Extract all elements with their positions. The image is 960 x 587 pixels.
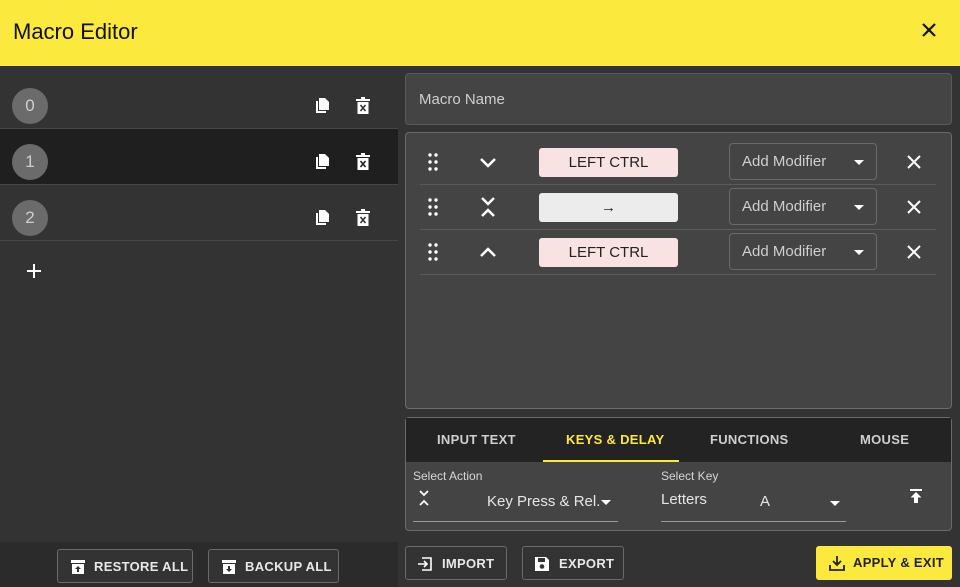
macro-number-badge: 0 xyxy=(12,88,48,124)
add-modifier-select[interactable]: Add Modifier xyxy=(729,233,877,270)
key-press-release-icon[interactable] xyxy=(478,195,498,219)
delete-icon[interactable] xyxy=(355,97,371,115)
macro-list-item[interactable]: 0 xyxy=(0,73,398,129)
key-press-release-icon xyxy=(419,490,429,506)
tab-input-text[interactable]: INPUT TEXT xyxy=(437,432,516,447)
apply-exit-button[interactable]: APPLY & EXIT xyxy=(816,546,952,580)
remove-step-icon[interactable] xyxy=(906,154,922,170)
remove-step-icon[interactable] xyxy=(906,244,922,260)
key-chip[interactable]: LEFT CTRL xyxy=(539,238,678,267)
archive-restore-icon xyxy=(71,560,85,574)
restore-all-button[interactable]: RESTORE ALL xyxy=(57,549,193,583)
key-up-icon[interactable] xyxy=(478,240,498,264)
tab-keys-delay[interactable]: KEYS & DELAY xyxy=(566,432,664,447)
macro-list-item[interactable]: 2 xyxy=(0,185,398,241)
export-button[interactable]: EXPORT xyxy=(522,546,624,580)
drag-handle-icon[interactable] xyxy=(428,153,438,171)
dropdown-arrow-icon xyxy=(854,250,864,255)
tab-mouse[interactable]: MOUSE xyxy=(860,432,909,447)
select-action-value: Key Press & Rel. xyxy=(487,493,601,510)
import-icon xyxy=(418,557,432,571)
key-down-icon[interactable] xyxy=(478,150,498,174)
copy-icon[interactable] xyxy=(313,209,331,227)
delete-icon[interactable] xyxy=(355,209,371,227)
select-action-underline xyxy=(413,521,618,522)
backup-all-label: BACKUP ALL xyxy=(245,559,332,574)
macro-step-row[interactable]: LEFT CTRL Add Modifier xyxy=(420,230,936,275)
key-chip[interactable]: LEFT CTRL xyxy=(539,148,678,177)
add-modifier-label: Add Modifier xyxy=(742,153,827,170)
active-tab-indicator xyxy=(543,460,679,462)
tab-functions[interactable]: FUNCTIONS xyxy=(710,432,789,447)
macro-name-input[interactable]: Macro Name xyxy=(405,73,952,125)
action-tabs: INPUT TEXT KEYS & DELAY FUNCTIONS MOUSE xyxy=(406,418,951,462)
add-to-top-icon[interactable] xyxy=(908,488,924,504)
key-chip[interactable]: → xyxy=(539,193,678,222)
archive-backup-icon xyxy=(222,560,236,574)
macro-number-badge: 2 xyxy=(12,200,48,236)
add-modifier-label: Add Modifier xyxy=(742,243,827,260)
dropdown-arrow-icon xyxy=(854,205,864,210)
dialog-header: Macro Editor xyxy=(0,0,960,66)
select-key-category: Letters xyxy=(661,491,707,508)
drag-handle-icon[interactable] xyxy=(428,243,438,261)
import-label: IMPORT xyxy=(442,556,495,571)
macro-step-row[interactable]: → Add Modifier xyxy=(420,185,936,230)
add-modifier-select[interactable]: Add Modifier xyxy=(729,188,877,225)
select-key-underline xyxy=(661,521,846,522)
select-key-value: A xyxy=(760,493,771,510)
copy-icon[interactable] xyxy=(313,97,331,115)
restore-all-label: RESTORE ALL xyxy=(94,559,189,574)
dropdown-arrow-icon xyxy=(854,160,864,165)
macro-number-badge: 1 xyxy=(12,144,48,180)
dialog-title: Macro Editor xyxy=(13,19,138,44)
add-modifier-label: Add Modifier xyxy=(742,198,827,215)
add-modifier-select[interactable]: Add Modifier xyxy=(729,143,877,180)
import-button[interactable]: IMPORT xyxy=(405,546,507,580)
macro-name-placeholder: Macro Name xyxy=(419,91,505,108)
add-macro-icon[interactable] xyxy=(24,261,44,281)
drag-handle-icon[interactable] xyxy=(428,198,438,216)
dropdown-arrow-icon xyxy=(601,500,611,505)
copy-icon[interactable] xyxy=(313,153,331,171)
delete-icon[interactable] xyxy=(355,153,371,171)
macro-list-item[interactable]: 1 xyxy=(0,129,398,185)
close-icon[interactable] xyxy=(918,19,940,41)
dropdown-arrow-icon xyxy=(830,501,840,506)
backup-all-button[interactable]: BACKUP ALL xyxy=(208,549,339,583)
download-icon xyxy=(829,556,845,571)
macro-list-panel: 0 1 2 xyxy=(0,66,398,542)
export-label: EXPORT xyxy=(559,556,615,571)
remove-step-icon[interactable] xyxy=(906,199,922,215)
apply-exit-label: APPLY & EXIT xyxy=(853,555,945,570)
select-action-label: Select Action xyxy=(413,469,483,483)
select-key-label: Select Key xyxy=(661,469,719,483)
macro-step-row[interactable]: LEFT CTRL Add Modifier xyxy=(420,140,936,185)
save-icon xyxy=(535,557,549,571)
